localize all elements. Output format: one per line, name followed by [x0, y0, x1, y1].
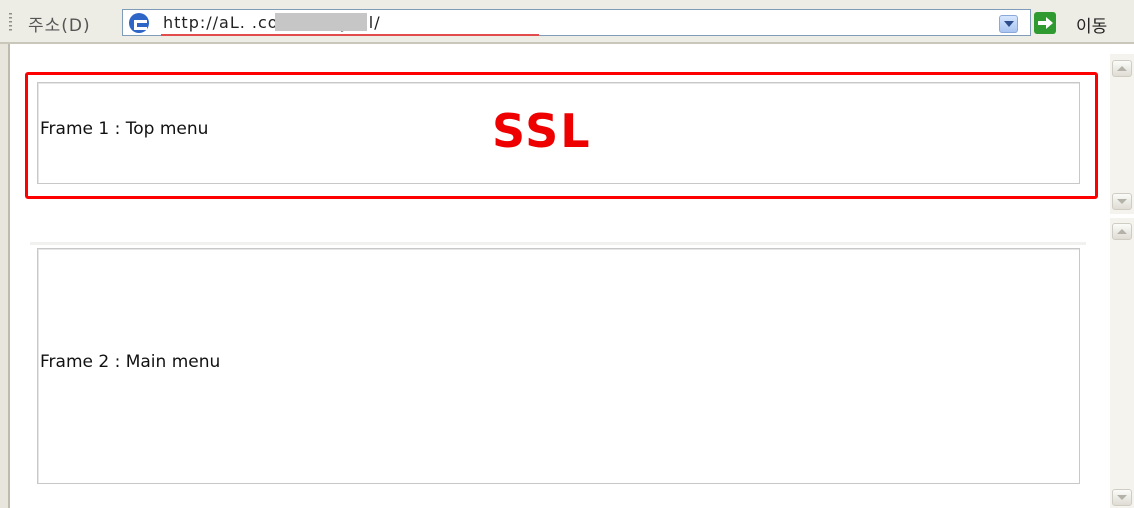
frame2-scroll-down-button[interactable] — [1112, 489, 1132, 506]
url-underline — [161, 34, 539, 36]
frame1-scroll-up-button[interactable] — [1112, 60, 1132, 77]
frame2-label: Frame 2 : Main menu — [40, 352, 221, 372]
toolbar-grip[interactable] — [9, 13, 12, 33]
go-arrow-icon[interactable] — [1034, 12, 1056, 34]
address-label: 주소(D) — [28, 16, 91, 36]
url-redaction — [275, 13, 367, 31]
window-left-border — [0, 44, 10, 508]
chevron-down-icon[interactable] — [999, 15, 1018, 33]
frame2-scrollbar[interactable] — [1110, 218, 1134, 508]
frame1-scroll-down-button[interactable] — [1112, 193, 1132, 210]
frame1-scrollbar[interactable] — [1110, 54, 1134, 214]
frame2-scroll-up-button[interactable] — [1112, 223, 1132, 240]
go-button[interactable]: 이동 — [1076, 12, 1107, 37]
frame1-label: Frame 1 : Top menu — [40, 119, 209, 139]
address-bar: 주소(D) http://aL. .co.kr/easyssl/ 이동 — [0, 0, 1134, 44]
frame2-top-edge — [30, 242, 1086, 245]
ie-page-icon — [129, 13, 149, 33]
url-input[interactable]: http://aL. .co.kr/easyssl/ — [122, 9, 1031, 36]
ssl-annotation: SSL — [492, 104, 592, 158]
